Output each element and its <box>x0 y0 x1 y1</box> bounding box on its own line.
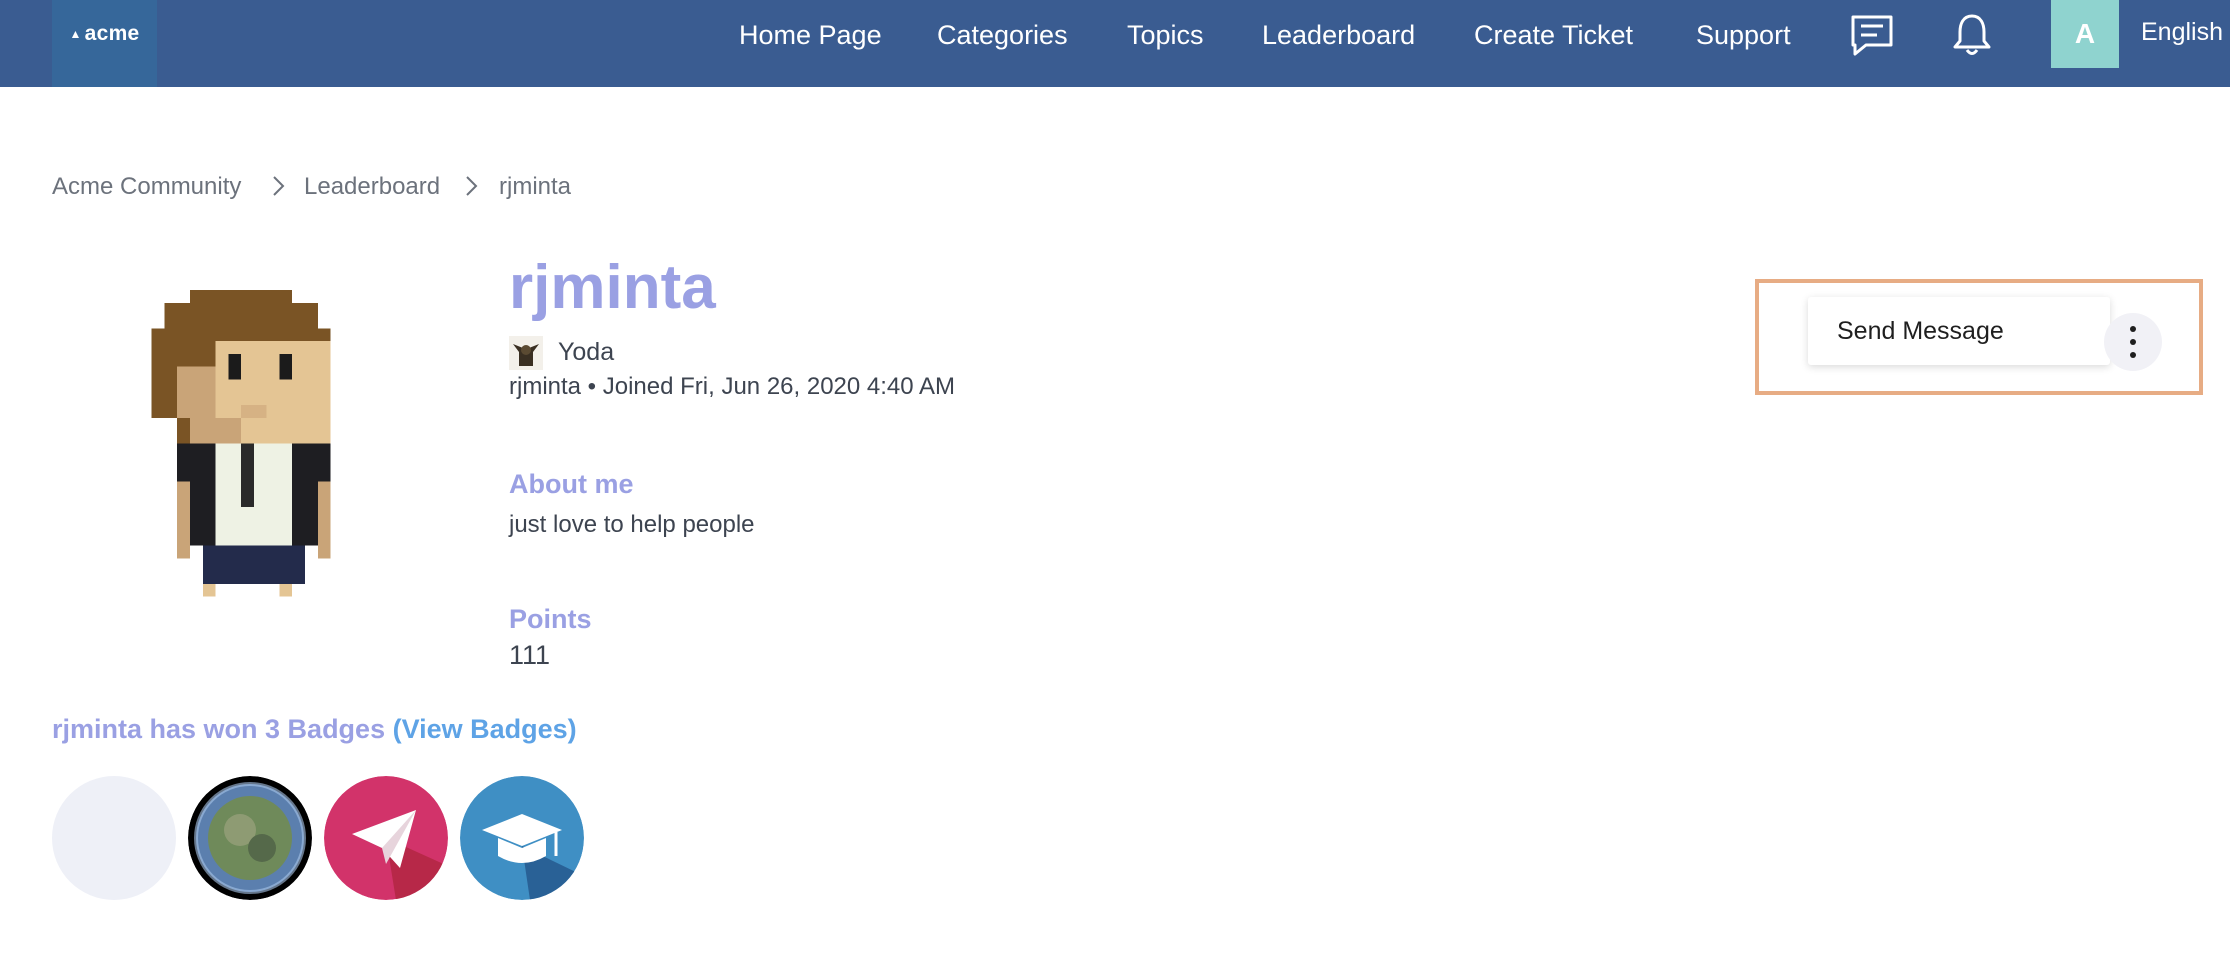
avatar-initial: A <box>2074 18 2096 49</box>
nav-support[interactable]: Support <box>1696 20 1791 51</box>
breadcrumb-acme-community[interactable]: Acme Community <box>52 173 241 201</box>
more-options-button[interactable] <box>2104 313 2162 371</box>
rank-label: Yoda <box>558 338 615 366</box>
profile-avatar <box>151 290 331 597</box>
chevron-right-icon <box>273 176 285 196</box>
chevron-right-icon <box>466 176 478 196</box>
user-avatar-button[interactable]: A <box>2051 0 2119 68</box>
points-heading: Points <box>509 604 592 634</box>
logo-mark-icon: ▲ <box>69 27 82 42</box>
view-badges-link[interactable]: (View Badges) <box>393 714 577 744</box>
acme-logo[interactable]: ▲ acme <box>52 0 157 87</box>
graduation-cap-badge-icon[interactable] <box>460 776 584 900</box>
send-message-label: Send Message <box>1837 316 2004 345</box>
joined-date: rjminta • Joined Fri, Jun 26, 2020 4:40 … <box>509 373 955 400</box>
send-message-button[interactable]: Send Message <box>1808 297 2110 365</box>
empty-badge-icon[interactable] <box>52 776 176 900</box>
profile-username: rjminta <box>509 253 716 322</box>
nav-leaderboard[interactable]: Leaderboard <box>1262 20 1415 51</box>
nav-home-page[interactable]: Home Page <box>739 20 882 51</box>
vertical-ellipsis-icon <box>2130 326 2136 358</box>
yoda-rank-icon <box>509 336 543 370</box>
messages-icon[interactable] <box>1849 12 1895 58</box>
nav-topics[interactable]: Topics <box>1127 20 1204 51</box>
badges-count-text: rjminta has won 3 Badges <box>52 714 386 744</box>
badges-summary: rjminta has won 3 Badges (View Badges) <box>52 714 577 745</box>
points-value: 111 <box>509 640 551 670</box>
breadcrumb-leaderboard[interactable]: Leaderboard <box>304 173 440 201</box>
notifications-bell-icon[interactable] <box>1949 12 1995 58</box>
logo-text: acme <box>84 22 140 45</box>
nav-create-ticket[interactable]: Create Ticket <box>1474 20 1633 51</box>
nav-categories[interactable]: Categories <box>937 20 1068 51</box>
top-navigation-bar: ▲ acme Home Page Categories Topics Leader… <box>0 0 2230 87</box>
earth-badge-icon[interactable] <box>188 776 312 900</box>
about-me-heading: About me <box>509 469 634 499</box>
paper-plane-badge-icon[interactable] <box>324 776 448 900</box>
breadcrumb-current-user: rjminta <box>499 173 572 200</box>
about-me-text: just love to help people <box>509 511 755 538</box>
language-selector[interactable]: English <box>2141 18 2223 47</box>
